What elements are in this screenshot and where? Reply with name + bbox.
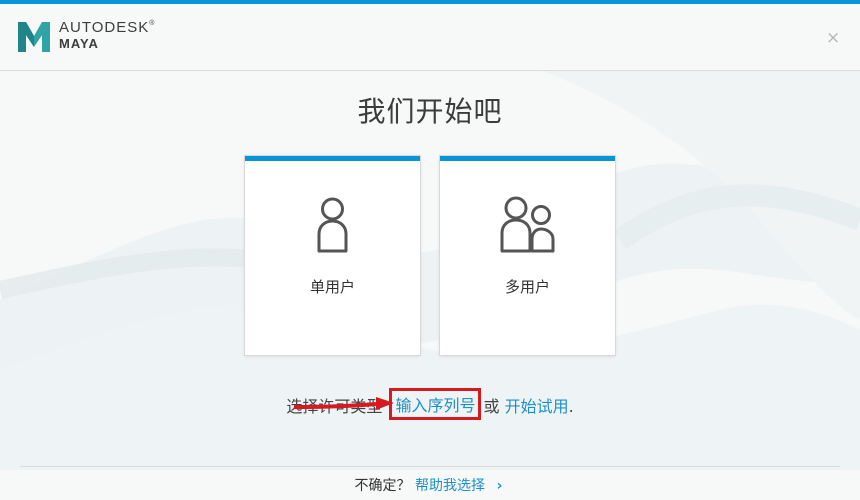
license-conjunction: 或 (483, 397, 500, 416)
multi-user-label: 多用户 (504, 278, 550, 296)
single-user-icon (317, 197, 348, 253)
footer-question: 不确定？ (354, 478, 411, 494)
serial-highlight-box: 输入序列号 (389, 388, 482, 420)
license-period: . (568, 397, 574, 416)
page-title: 我们开始吧 (357, 95, 503, 128)
enter-serial-link[interactable]: 输入序列号 (395, 396, 475, 415)
footer-help-line: 不确定？ 帮助我选择 › (0, 475, 860, 495)
multi-user-icon (500, 196, 555, 253)
chevron-right-icon[interactable]: › (493, 478, 505, 494)
header-bar: AUTODESK® MAYA × (0, 4, 860, 71)
footer-divider (20, 466, 840, 467)
product-name: MAYA (59, 36, 99, 51)
company-name: AUTODESK® (59, 19, 155, 36)
help-me-choose-link[interactable]: 帮助我选择 (415, 478, 485, 494)
single-user-card[interactable]: 单用户 (245, 156, 420, 355)
brand-wordmark: AUTODESK® MAYA (59, 20, 154, 50)
trademark-symbol: ® (149, 20, 155, 27)
start-trial-link[interactable]: 开始试用 (505, 397, 569, 416)
maya-logo-icon (18, 22, 50, 52)
single-user-label: 单用户 (309, 278, 355, 296)
license-type-line: 选择许可类型 输入序列号或 开始试用. (0, 388, 860, 421)
close-button[interactable]: × (826, 30, 840, 47)
red-arrow-annotation (293, 397, 394, 410)
setup-window: AUTODESK® MAYA × 我们开始吧 单用户 多用户 选择许可类型 输入… (0, 0, 860, 500)
multi-user-card[interactable]: 多用户 (440, 156, 615, 355)
